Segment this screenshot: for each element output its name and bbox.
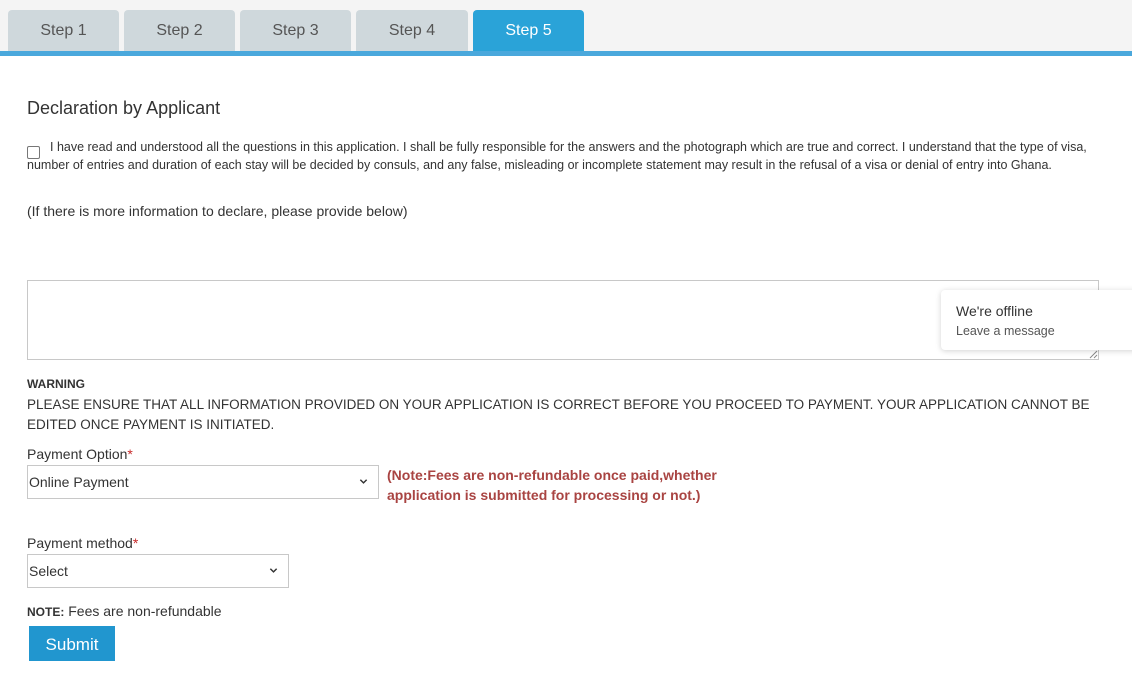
payment-method-value: Select bbox=[29, 563, 68, 579]
tab-step-2[interactable]: Step 2 bbox=[124, 10, 235, 51]
payment-option-label: Payment Option* bbox=[27, 446, 133, 462]
chat-status: We're offline bbox=[956, 303, 1033, 319]
payment-option-label-text: Payment Option bbox=[27, 446, 128, 462]
required-mark: * bbox=[132, 535, 139, 551]
fees-note-prefix: NOTE: bbox=[27, 605, 65, 619]
fees-note: NOTE: Fees are non-refundable bbox=[27, 603, 222, 619]
payment-method-label-text: Payment method bbox=[27, 535, 133, 551]
payment-option-value: Online Payment bbox=[29, 474, 129, 490]
declaration-checkbox[interactable] bbox=[27, 146, 40, 159]
tab-step-5[interactable]: Step 5 bbox=[473, 10, 584, 53]
section-heading: Declaration by Applicant bbox=[27, 98, 221, 118]
warning-text: PLEASE ENSURE THAT ALL INFORMATION PROVI… bbox=[27, 397, 1090, 432]
step-tabbar: Step 1 Step 2 Step 3 Step 4 Step 5 bbox=[0, 0, 1132, 56]
payment-option-note: (Note:Fees are non-refundable once paid,… bbox=[387, 467, 717, 503]
payment-method-label: Payment method* bbox=[27, 535, 138, 551]
chat-widget[interactable]: We're offline Leave a message bbox=[941, 290, 1132, 350]
chevron-down-icon bbox=[359, 479, 368, 484]
declaration-text: I have read and understood all the quest… bbox=[27, 140, 1087, 172]
payment-option-select[interactable]: Online Payment bbox=[27, 465, 379, 499]
more-info-textarea[interactable] bbox=[27, 280, 1099, 360]
tab-step-1[interactable]: Step 1 bbox=[8, 10, 119, 51]
required-mark: * bbox=[127, 446, 133, 462]
tabbar-underline bbox=[0, 51, 1132, 56]
fees-note-text: Fees are non-refundable bbox=[64, 603, 222, 619]
more-info-label: (If there is more information to declare… bbox=[27, 203, 408, 219]
payment-method-select[interactable]: Select bbox=[27, 554, 289, 588]
submit-button[interactable]: Submit bbox=[29, 626, 115, 661]
resize-grip-icon[interactable] bbox=[1088, 349, 1098, 359]
tab-step-3[interactable]: Step 3 bbox=[240, 10, 351, 51]
chevron-down-icon bbox=[269, 568, 278, 573]
tab-step-4[interactable]: Step 4 bbox=[356, 10, 468, 51]
warning-title: WARNING bbox=[27, 377, 85, 391]
chat-action[interactable]: Leave a message bbox=[956, 324, 1055, 338]
